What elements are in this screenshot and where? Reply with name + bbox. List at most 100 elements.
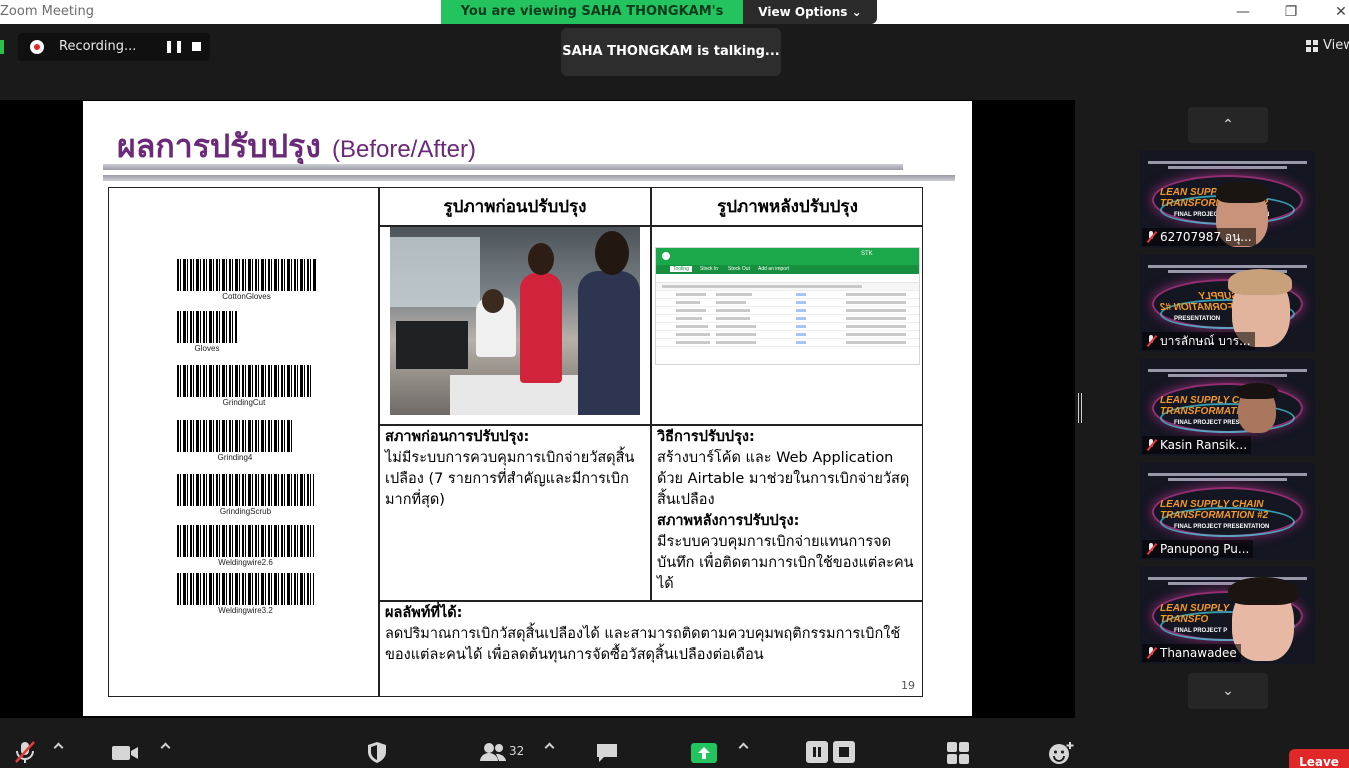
result-heading: ผลลัพท์ที่ได้: <box>385 605 463 621</box>
after-body: มีระบบควบคุมการเบิกจ่ายแทนการจดบันทึก เพ… <box>657 534 914 592</box>
muted-mic-icon <box>1146 335 1156 347</box>
meeting-toolbar <box>0 718 1349 768</box>
view-options-button[interactable]: View Options ⌄ <box>743 0 877 24</box>
airtable-tab: Tooling <box>670 266 692 272</box>
shield-icon <box>368 742 386 763</box>
scroll-up-button[interactable]: ⌃ <box>1188 107 1268 143</box>
apps-button[interactable] <box>947 742 969 768</box>
participant-tile[interactable]: LEAN SUPPLY CHAIN TRANSFORMATION #2 FINAL… <box>1140 463 1315 560</box>
chevron-up-icon: ⌃ <box>1222 117 1234 133</box>
participant-name-label: Kasin Ransik... <box>1160 438 1248 452</box>
page-number: 19 <box>901 679 915 692</box>
close-button[interactable]: ✕ <box>1327 2 1349 22</box>
recording-label: Recording... <box>59 39 137 54</box>
apps-grid-icon <box>947 742 969 764</box>
barcode: Grinding4 <box>177 420 293 462</box>
participant-name-label: บารลักษณ์ บาร... <box>1160 334 1251 348</box>
active-speaker-toast: SAHA THONGKAM is talking... <box>561 28 781 76</box>
leave-button[interactable]: Leave <box>1289 749 1349 768</box>
video-camera-icon <box>112 746 138 760</box>
result: ผลลัพท์ที่ได้: ลดปริมาณการเบิกวัสดุสิ้นเ… <box>385 603 915 666</box>
slide-title-thai: ผลการปรับปรุง <box>117 127 321 165</box>
method-heading: วิธีการปรับปรุง: <box>657 429 755 445</box>
result-body: ลดปริมาณการเบิกวัสดุสิ้นเปลืองได้ และสาม… <box>385 626 901 663</box>
chat-button[interactable] <box>595 742 619 768</box>
unmute-button[interactable] <box>14 740 36 768</box>
reactions-button[interactable] <box>1048 741 1074 768</box>
before-body: ไม่มีระบบการควบคุมการเบิกจ่ายวัสดุสิ้นเป… <box>385 450 635 508</box>
barcode: GrindingScrub <box>177 474 314 516</box>
chat-bubble-icon <box>597 744 617 762</box>
barcode-label: Weldingwire3.2 <box>218 606 273 615</box>
scroll-down-button[interactable]: ⌄ <box>1188 673 1268 709</box>
video-button[interactable] <box>111 744 139 766</box>
before-condition: สภาพก่อนการปรับปรุง: ไม่มีระบบการควบคุมก… <box>385 427 647 511</box>
muted-mic-icon <box>1146 231 1156 243</box>
muted-mic-icon <box>1146 543 1156 555</box>
participant-name: Thanawadee <box>1142 644 1241 662</box>
after-airtable-screenshot: STK Tooling Stock In Stock Out Add an im… <box>655 247 920 365</box>
barcode-label: CottonGloves <box>222 292 271 301</box>
share-screen-icon <box>691 743 717 763</box>
barcode-label: Grinding4 <box>217 453 253 462</box>
panel-splitter[interactable] <box>1078 393 1082 423</box>
participant-tile[interactable]: LEAN SUPPLY CHAIN TRANSFORMATION #2 FINAL… <box>1140 151 1315 248</box>
lst-text: LEAN SUPPLY <box>1160 603 1230 614</box>
participant-tile[interactable]: LEAN SUPPLY TRANSFO FINAL PROJECT P Thana… <box>1140 567 1315 664</box>
fpp-text: PRESENTATION <box>1174 316 1221 322</box>
participant-tile[interactable]: LEAN SUPPLYTRANSFORMATION #2 PRESENTATIO… <box>1140 255 1315 352</box>
minimize-button[interactable]: — <box>1229 2 1257 22</box>
pause-stop-icon <box>806 741 855 763</box>
recording-indicator: Recording... ❚❚ <box>18 33 210 61</box>
pause-recording-button[interactable]: ❚❚ <box>164 39 184 53</box>
barcode-label: Weldingwire2.6 <box>218 558 273 567</box>
record-icon <box>30 40 44 54</box>
title-rule <box>103 175 955 181</box>
app-title: Zoom Meeting <box>0 4 95 19</box>
before-heading: สภาพก่อนการปรับปรุง: <box>385 429 530 445</box>
participant-name: Kasin Ransik... <box>1142 436 1252 454</box>
viewing-status: You are viewing SAHA THONGKAM's screen <box>441 0 743 43</box>
participant-tile[interactable]: LEAN SUPPLY CHAIN TRANSFORMATION #2 FINAL… <box>1140 359 1315 456</box>
share-screen-button[interactable] <box>691 743 717 767</box>
barcode: GrindingCut <box>177 365 311 407</box>
after-heading: สภาพหลังการปรับปรุง: <box>657 513 800 529</box>
barcode: Gloves <box>177 311 237 353</box>
table-divider <box>650 187 652 600</box>
fpp-text: FINAL PROJECT P <box>1174 628 1228 634</box>
slide-title-english: (Before/After) <box>331 136 477 163</box>
airtable-tab: Add an import <box>758 266 790 272</box>
method-body: สร้างบาร์โค้ด และ Web Application ด้วย A… <box>657 450 910 508</box>
muted-mic-icon <box>15 741 35 763</box>
view-button[interactable]: View <box>1305 36 1349 58</box>
participants-icon <box>480 743 506 761</box>
recording-controls-button[interactable] <box>806 741 856 767</box>
participant-name-label: Thanawadee <box>1160 646 1237 660</box>
participant-name: Panupong Pu... <box>1142 540 1254 558</box>
barcode-label: GrindingScrub <box>219 507 272 516</box>
security-indicator <box>0 40 4 54</box>
participant-count: 32 <box>509 744 525 758</box>
participant-name: บารลักษณ์ บาร... <box>1142 332 1255 350</box>
table-divider <box>378 600 923 602</box>
barcode: CottonGloves <box>177 259 316 301</box>
muted-mic-icon <box>1146 439 1156 451</box>
improvement-method: วิธีการปรับปรุง: สร้างบาร์โค้ด และ Web A… <box>657 427 921 595</box>
grid-icon <box>1306 40 1318 52</box>
stop-recording-button[interactable] <box>192 42 201 51</box>
view-options-label: View Options <box>758 5 848 19</box>
security-button[interactable] <box>367 741 387 768</box>
presentation-slide: ผลการปรับปรุง (Before/After) CottonGlove… <box>83 101 972 716</box>
lst-text: TRANSFORMATION #2 <box>1160 510 1269 521</box>
before-photo <box>390 227 640 415</box>
airtable-tab: Stock Out <box>728 266 750 272</box>
restore-button[interactable]: ❐ <box>1277 2 1305 22</box>
airtable-tab: Stock In <box>700 266 719 272</box>
table-divider <box>378 424 923 426</box>
viewing-banner: You are viewing SAHA THONGKAM's screen V… <box>441 0 877 43</box>
airtable-base-name: STK <box>861 251 873 257</box>
barcode-label: Gloves <box>194 344 220 353</box>
zoom-window: Zoom Meeting — ❐ ✕ You are viewing SAHA … <box>0 0 1349 768</box>
participants-button[interactable] <box>479 742 507 766</box>
participant-name-label: 62707987 อนุ... <box>1160 230 1252 244</box>
